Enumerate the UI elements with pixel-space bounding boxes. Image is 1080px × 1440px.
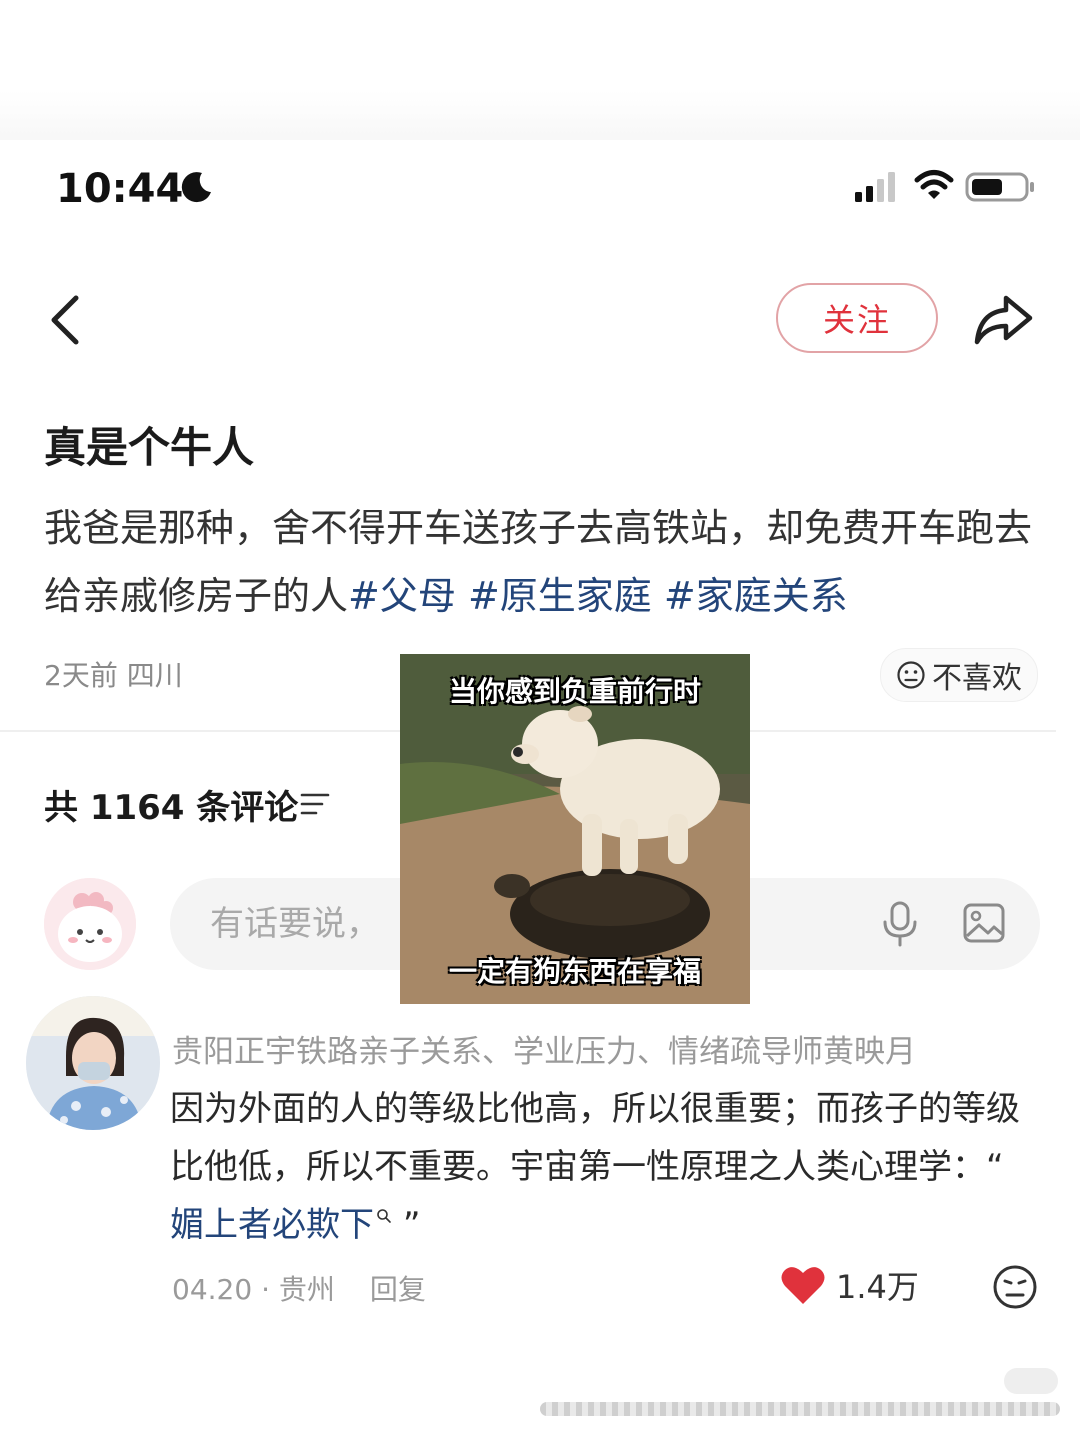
my-avatar[interactable] xyxy=(44,878,136,970)
battery-icon xyxy=(965,172,1034,202)
meta-separator: · xyxy=(261,1273,270,1306)
neutral-face-icon[interactable] xyxy=(992,1264,1038,1310)
hashtag-family-relations[interactable]: #家庭关系 xyxy=(664,574,848,618)
comment-count: 共 1164 条评论 xyxy=(44,788,299,828)
comment-location: 贵州 xyxy=(278,1273,335,1306)
follow-button[interactable]: 关注 xyxy=(776,283,938,353)
comment-text-end: ” xyxy=(402,1205,421,1245)
post-location: 四川 xyxy=(126,659,183,692)
hashtag-parents[interactable]: #父母 xyxy=(348,574,456,618)
cellular-signal-icon xyxy=(855,172,895,202)
like-button[interactable]: 1.4万 xyxy=(780,1262,919,1308)
commenter-avatar[interactable] xyxy=(26,996,160,1130)
person-photo-avatar xyxy=(26,996,160,1130)
post-meta: 2天前 四川 xyxy=(44,654,183,694)
home-indicator xyxy=(540,1402,1060,1416)
comment-text-main: 因为外面的人的等级比他高，所以很重要；而孩子的等级比他低，所以不重要。宇宙第一性… xyxy=(170,1089,1020,1187)
like-count: 1.4万 xyxy=(836,1268,919,1306)
watermark-logo xyxy=(1004,1368,1058,1394)
back-button[interactable] xyxy=(44,292,88,348)
wifi-icon xyxy=(914,170,954,199)
search-link-text[interactable]: 媚上者必欺下 xyxy=(170,1205,374,1245)
meme-top-caption: 当你感到负重前行时 xyxy=(448,675,701,708)
commenter-name[interactable]: 贵阳正宇铁路亲子关系、学业压力、情绪疏导师黄映月 xyxy=(172,1026,916,1071)
comment-date: 04.20 xyxy=(172,1273,253,1306)
microphone-icon[interactable] xyxy=(880,900,920,948)
screenshot-top-margin xyxy=(0,0,1080,150)
comment-meta: 04.20 · 贵州 回复 xyxy=(172,1268,426,1308)
meme-image: 当你感到负重前行时 一定有狗东西在享福 xyxy=(400,654,750,1004)
status-time: 10:44 xyxy=(56,166,184,212)
post-time: 2天前 xyxy=(44,659,118,692)
post-title: 真是个牛人 xyxy=(44,423,255,472)
meme-bottom-caption: 一定有狗东西在享福 xyxy=(448,955,701,988)
reply-button[interactable]: 回复 xyxy=(370,1273,426,1306)
comment-text: 因为外面的人的等级比他高，所以很重要；而孩子的等级比他低，所以不重要。宇宙第一性… xyxy=(170,1080,1040,1254)
image-icon[interactable] xyxy=(962,902,1006,944)
search-icon xyxy=(377,1208,391,1223)
neutral-face-icon xyxy=(897,661,925,689)
dislike-label: 不喜欢 xyxy=(932,661,1022,696)
share-arrow-icon[interactable] xyxy=(972,292,1034,348)
sort-icon[interactable] xyxy=(300,790,330,818)
moon-icon xyxy=(181,172,211,203)
search-link[interactable]: 媚上者必欺下 xyxy=(170,1205,392,1245)
cartoon-avatar-icon xyxy=(44,878,136,970)
post-body: 我爸是那种，舍不得开车送孩子去高铁站，却免费开车跑去给亲戚修房子的人#父母 #原… xyxy=(44,494,1044,630)
heart-icon xyxy=(781,1267,825,1304)
hashtag-original-family[interactable]: #原生家庭 xyxy=(468,574,652,618)
dislike-button[interactable]: 不喜欢 xyxy=(880,648,1038,702)
